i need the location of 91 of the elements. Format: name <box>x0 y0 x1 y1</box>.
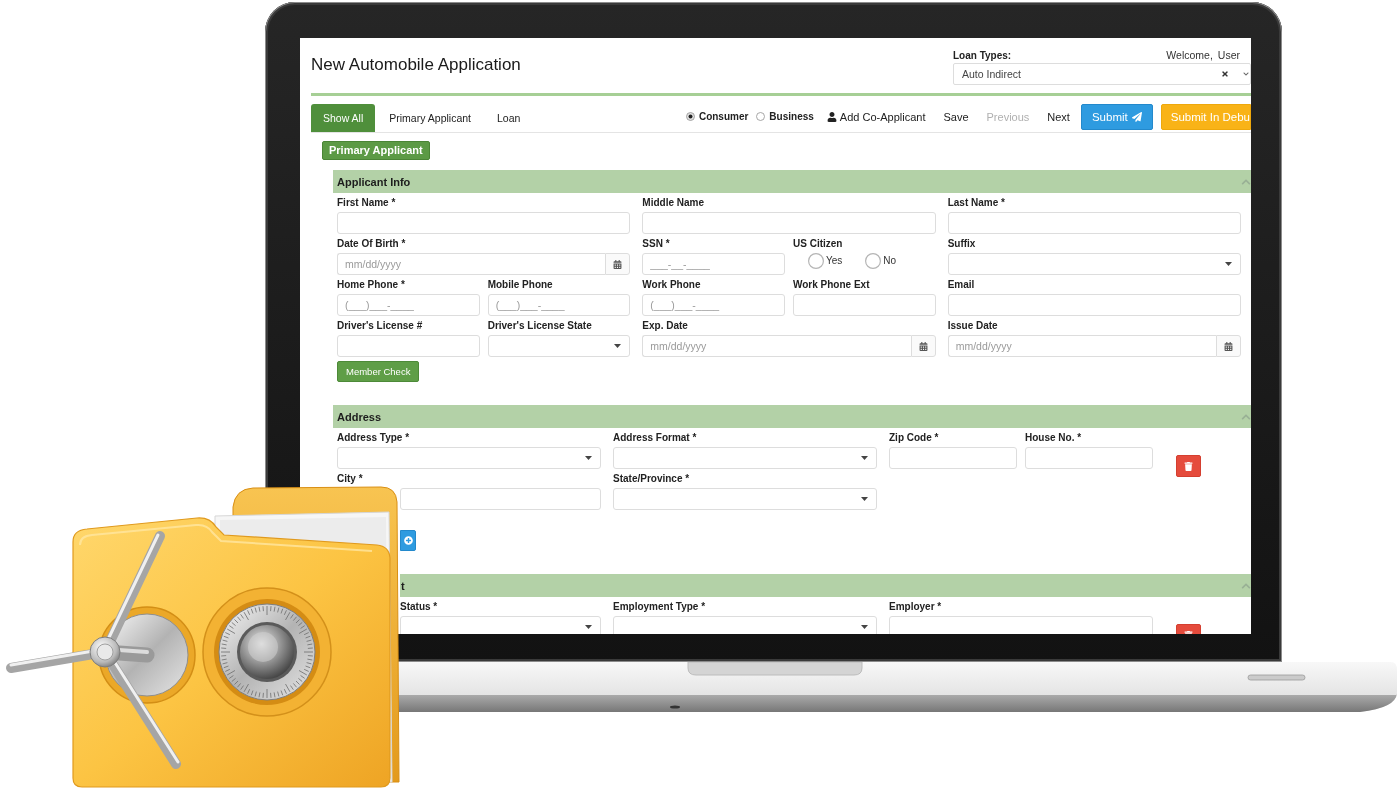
date-input-field[interactable]: mm/dd/yyyy <box>642 335 911 357</box>
tab[interactable]: Loan <box>485 104 533 132</box>
text-input-field[interactable] <box>642 212 936 234</box>
user-name: User <box>1217 49 1240 62</box>
field-label: State/Province * <box>613 473 690 485</box>
tab[interactable]: Primary Applicant <box>377 104 483 132</box>
field-label: Status * <box>400 601 438 613</box>
person-icon <box>826 111 837 122</box>
select-field[interactable] <box>613 488 877 510</box>
paper-plane-icon <box>1131 111 1142 122</box>
field-label: City * <box>337 473 363 485</box>
delete-button[interactable] <box>1176 455 1201 477</box>
caret-down-icon <box>585 625 592 629</box>
clear-icon[interactable] <box>1221 70 1229 78</box>
select-field[interactable] <box>487 335 631 357</box>
field-label: Employment Type * <box>613 601 706 613</box>
field-label: Email <box>947 279 975 291</box>
field-label: Date Of Birth * <box>337 238 406 250</box>
field-label: Middle Name <box>642 197 704 209</box>
field-label: Home Phone * <box>337 279 405 291</box>
caret-down-icon <box>861 625 868 629</box>
text-input-field[interactable] <box>1025 447 1153 469</box>
field-label: US Citizen <box>793 238 843 250</box>
text-input-field[interactable]: (___)___-____ <box>487 294 631 316</box>
text-input-field[interactable] <box>337 212 631 234</box>
caret-down-icon <box>614 344 622 348</box>
page-title: New Automobile Application <box>311 55 521 75</box>
field-label: Work Phone <box>642 279 701 291</box>
text-input-field[interactable] <box>337 335 480 357</box>
text-input-field[interactable] <box>889 447 1017 469</box>
toolbar-link[interactable]: Save <box>943 110 969 123</box>
text-input-field[interactable]: (___)___-____ <box>337 294 480 316</box>
field-label: Work Phone Ext <box>793 279 870 291</box>
section-badge: Primary Applicant <box>322 141 430 160</box>
section-title: Address <box>337 410 382 423</box>
caret-down-icon <box>861 497 868 501</box>
text-input-field[interactable] <box>400 488 601 510</box>
section-header[interactable]: Applicant Info <box>333 170 1251 193</box>
date-input-field[interactable]: mm/dd/yyyy <box>337 253 606 275</box>
text-input-field[interactable] <box>793 294 936 316</box>
radio-option[interactable]: Business <box>756 111 814 122</box>
section-header[interactable]: Address <box>333 405 1251 428</box>
field-label: Last Name * <box>947 197 1005 209</box>
radio-option[interactable]: Consumer <box>685 111 749 122</box>
field-label: House No. * <box>1025 432 1082 444</box>
calendar-icon <box>613 259 623 269</box>
select-field[interactable] <box>947 253 1241 275</box>
field-label: Driver's License State <box>487 320 592 332</box>
add-button[interactable] <box>400 530 416 551</box>
text-input-field[interactable] <box>889 616 1153 634</box>
field-label: Suffix <box>947 238 976 250</box>
calendar-icon <box>1224 341 1233 351</box>
loan-types-label: Loan Types: <box>953 49 1012 62</box>
calendar-button[interactable] <box>910 335 936 357</box>
text-input-field[interactable] <box>947 212 1241 234</box>
select-field[interactable] <box>613 616 877 634</box>
tab[interactable]: Show All <box>311 104 376 132</box>
select-field[interactable] <box>613 447 877 469</box>
calendar-button[interactable] <box>1216 335 1241 357</box>
field-label: Mobile Phone <box>487 279 553 291</box>
welcome-text: Welcome, <box>1166 49 1213 62</box>
section-header[interactable]: t <box>400 574 1251 597</box>
add-co-applicant-link[interactable]: Add Co-Applicant <box>826 110 926 123</box>
chevron-down-icon[interactable] <box>1243 71 1249 77</box>
field-label: Employer * <box>889 601 942 613</box>
radio-option[interactable]: No <box>865 253 897 269</box>
select-field[interactable] <box>400 616 601 634</box>
text-input-field[interactable]: (___)___-____ <box>642 294 785 316</box>
date-input-field[interactable]: mm/dd/yyyy <box>947 335 1216 357</box>
text-input-field[interactable] <box>947 294 1241 316</box>
field-label: SSN * <box>642 238 670 250</box>
section-title: Applicant Info <box>337 175 411 188</box>
trash-icon <box>1184 461 1193 471</box>
select-field[interactable] <box>337 447 601 469</box>
toolbar-link[interactable]: Next <box>1047 110 1070 123</box>
loan-type-select[interactable]: Auto Indirect <box>953 63 1251 85</box>
radio-option[interactable]: Yes <box>808 253 843 269</box>
caret-down-icon <box>861 456 868 460</box>
field-label: Address Format * <box>613 432 697 444</box>
field-label: Address Type * <box>337 432 410 444</box>
calendar-button[interactable] <box>605 253 631 275</box>
field-label: First Name * <box>337 197 396 209</box>
field-label: Issue Date <box>947 320 998 332</box>
field-label: Zip Code * <box>889 432 939 444</box>
text-input-field[interactable]: ___-__-____ <box>642 253 785 275</box>
calendar-icon <box>918 341 928 351</box>
caret-down-icon <box>585 456 592 460</box>
field-label: Exp. Date <box>642 320 688 332</box>
caret-down-icon <box>1225 262 1232 266</box>
section-title: t <box>401 579 405 592</box>
field-label: Driver's License # <box>337 320 423 332</box>
